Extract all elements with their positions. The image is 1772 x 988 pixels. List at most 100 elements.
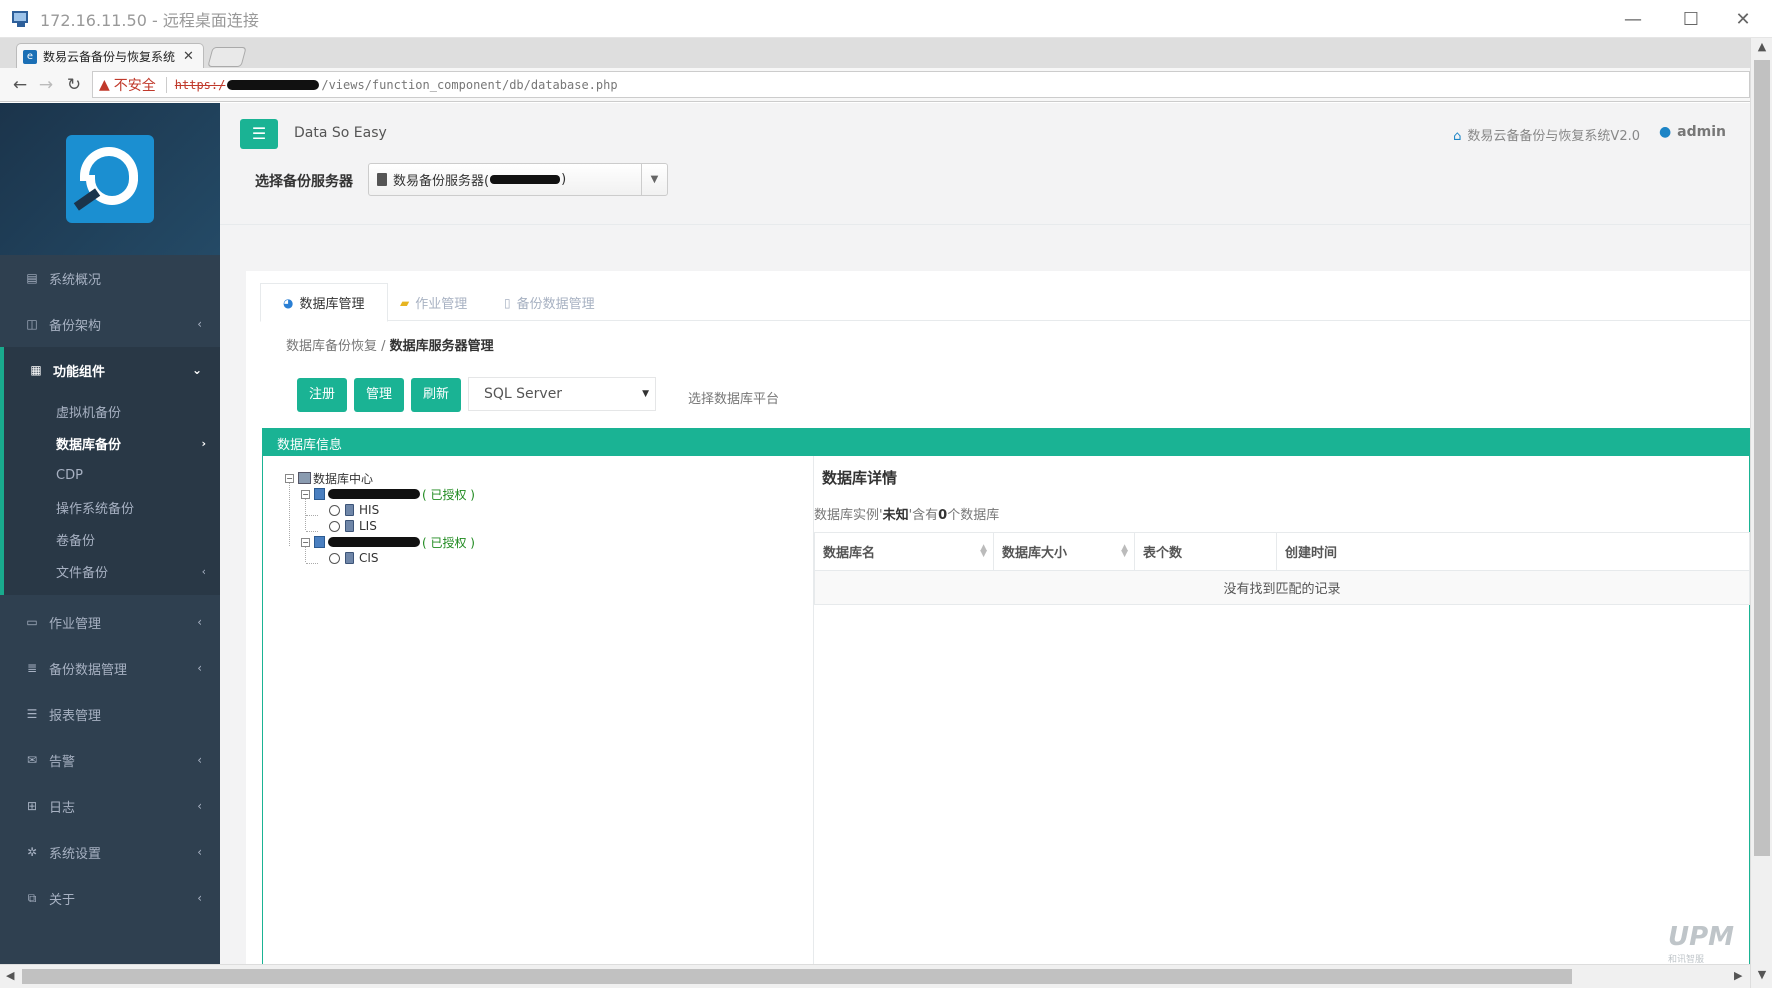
chevron-left-icon: ‹ <box>197 799 202 813</box>
chevron-left-icon: ‹ <box>197 753 202 767</box>
redacted-text <box>328 489 420 499</box>
bar-chart-icon: ▦ <box>30 363 42 377</box>
database-icon <box>345 552 354 564</box>
scrollbar-thumb[interactable] <box>1754 60 1770 856</box>
sidebar-item-reports[interactable]: ☰ 报表管理 <box>0 691 220 737</box>
logo-area <box>0 103 220 255</box>
chevron-right-icon: › <box>201 436 206 450</box>
dashboard-icon: ▤ <box>26 271 38 285</box>
breadcrumb-current: 数据库服务器管理 <box>389 339 494 354</box>
sidebar-item-components[interactable]: ▦ 功能组件 ⌄ <box>0 347 220 393</box>
caret-down-icon: ▼ <box>642 389 649 399</box>
instance-radio[interactable] <box>329 520 340 532</box>
chevron-down-icon: ⌄ <box>191 363 202 377</box>
sidebar-subitem-volume-backup[interactable]: 卷备份 <box>4 523 220 555</box>
sidebar-item-about[interactable]: ⧉ 关于 ‹ <box>0 875 220 921</box>
tree-server-node[interactable]: − ( 已授权 ) <box>301 486 475 502</box>
tab-close-icon[interactable]: ✕ <box>183 49 194 64</box>
tree-instance-node[interactable]: LIS <box>329 518 377 534</box>
system-title-link[interactable]: ⌂ 数易云备备份与恢复系统V2.0 <box>1453 125 1640 144</box>
reload-button[interactable]: ↻ <box>62 73 86 97</box>
scroll-right-icon[interactable]: ▶ <box>1734 969 1742 982</box>
collapse-icon[interactable]: − <box>301 489 310 499</box>
sidebar-subitem-file-backup[interactable]: 文件备份 ‹ <box>4 555 220 587</box>
sidebar-subitem-cdp[interactable]: CDP <box>4 459 220 491</box>
sidebar-item-jobs[interactable]: ▭ 作业管理 ‹ <box>0 599 220 645</box>
favicon-icon: e <box>23 49 37 64</box>
db-info-panel: 数据库信息 − 数据库中心 − ( 已授权 ) HIS LIS − (已授权 … <box>262 428 1750 965</box>
sort-icon: ▲ ▼ <box>980 543 987 559</box>
breadcrumb-parent[interactable]: 数据库备份恢复 / <box>286 339 386 354</box>
sidebar-item-overview[interactable]: ▤ 系统概况 <box>0 255 220 301</box>
watermark-logo: UPM 和讯智服 <box>1668 922 1735 965</box>
copy-icon: ⧉ <box>27 890 37 905</box>
column-header-db-size[interactable]: 数据库大小 ▲ ▼ <box>993 532 1135 571</box>
gear-icon: ✲ <box>26 845 38 859</box>
close-button[interactable]: ✕ <box>1714 0 1772 38</box>
database-icon: ≣ <box>26 661 38 675</box>
minimize-button[interactable]: — <box>1604 0 1662 38</box>
tab-job-management[interactable]: ▰ 作业管理 <box>378 283 489 322</box>
browser-tab[interactable]: e 数易云备备份与恢复系统 ✕ <box>16 43 204 69</box>
user-menu[interactable]: ● admin <box>1659 124 1726 140</box>
manage-button[interactable]: 管理 <box>354 378 405 412</box>
sidebar-submenu: 虚拟机备份 数据库备份 › CDP 操作系统备份 卷备份 文件备份 ‹ <box>0 393 220 595</box>
address-bar[interactable]: ▲ 不安全 https:/ /views/function_component/… <box>92 71 1750 98</box>
tab-db-management[interactable]: ◕ 数据库管理 <box>260 283 388 322</box>
scroll-down-icon[interactable]: ▼ <box>1751 968 1772 981</box>
breadcrumb: 数据库备份恢复 / 数据库服务器管理 <box>286 335 494 354</box>
chevron-left-icon: ‹ <box>197 845 202 859</box>
maximize-button[interactable]: ☐ <box>1662 0 1720 38</box>
instance-radio[interactable] <box>329 504 340 516</box>
chevron-left-icon: ‹ <box>197 661 202 675</box>
sidebar-item-logs[interactable]: ⊞ 日志 ‹ <box>0 783 220 829</box>
new-tab-button[interactable] <box>207 47 247 67</box>
home-icon: ⌂ <box>1453 129 1462 144</box>
vertical-scrollbar[interactable]: ▲ ▼ <box>1750 38 1772 988</box>
menu-toggle-button[interactable]: ☰ <box>240 119 278 149</box>
tree-root[interactable]: − 数据库中心 <box>285 470 373 486</box>
tree-instance-node[interactable]: HIS <box>329 502 379 518</box>
db-detail: 数据库详情 数据库实例'未知'含有0个数据库 数据库名 ▲ ▼ 数据库大小 ▲ ▼ 表个… <box>813 456 1750 965</box>
scrollbar-thumb[interactable] <box>22 969 1572 984</box>
forward-button[interactable]: → <box>34 73 58 97</box>
column-header-db-name[interactable]: 数据库名 ▲ ▼ <box>814 532 994 571</box>
collapse-icon[interactable]: − <box>285 473 294 483</box>
auth-status: ( 已授权 ) <box>422 535 475 550</box>
sidebar-menu: ▤ 系统概况 ◫ 备份架构 ‹ ▦ 功能组件 ⌄ 虚拟机备份 数据库备份 › CD… <box>0 255 220 921</box>
sidebar-item-label: 报表管理 <box>49 708 102 724</box>
refresh-button[interactable]: 刷新 <box>411 378 462 412</box>
detail-table: 数据库名 ▲ ▼ 数据库大小 ▲ ▼ 表个数 创建时间 没有找到匹配的记录 <box>814 532 1750 605</box>
platform-select[interactable]: SQL Server ▼ <box>468 377 656 411</box>
server-select[interactable]: 数易备份服务器() ▼ <box>368 163 668 196</box>
sidebar-item-backup-data[interactable]: ≣ 备份数据管理 ‹ <box>0 645 220 691</box>
sidebar-subitem-vm-backup[interactable]: 虚拟机备份 <box>4 395 220 427</box>
scroll-left-icon[interactable]: ◀ <box>6 969 14 982</box>
sidebar-item-label: 系统设置 <box>49 846 102 862</box>
collapse-icon[interactable]: − <box>301 537 310 547</box>
remote-desktop-icon <box>12 9 32 29</box>
server-icon <box>314 536 325 548</box>
tree-server-node[interactable]: − ( 已授权 ) <box>301 534 475 550</box>
tree-instance-node[interactable]: CIS <box>329 550 379 566</box>
table-icon: ⊞ <box>26 799 38 813</box>
sidebar-item-architecture[interactable]: ◫ 备份架构 ‹ <box>0 301 220 347</box>
sidebar-item-settings[interactable]: ✲ 系统设置 ‹ <box>0 829 220 875</box>
instance-radio[interactable] <box>329 552 340 564</box>
chevron-left-icon: ‹ <box>197 615 202 629</box>
folder-icon: ▰ <box>400 295 410 310</box>
tab-backup-data-management[interactable]: ▯ 备份数据管理 <box>482 283 617 322</box>
sidebar-item-label: 日志 <box>49 800 76 816</box>
redacted-text <box>328 537 420 547</box>
register-button[interactable]: 注册 <box>297 378 348 412</box>
sidebar-item-alerts[interactable]: ✉ 告警 ‹ <box>0 737 220 783</box>
back-button[interactable]: ← <box>8 73 32 97</box>
sidebar-subitem-os-backup[interactable]: 操作系统备份 <box>4 491 220 523</box>
sidebar-item-label: 备份架构 <box>49 318 102 334</box>
topbar: ☰ Data So Easy ⌂ 数易云备备份与恢复系统V2.0 ● admin <box>220 103 1750 151</box>
sidebar-subitem-db-backup[interactable]: 数据库备份 › <box>4 427 220 459</box>
server-icon <box>314 488 325 500</box>
tab-bar: ◕ 数据库管理 ▰ 作业管理 ▯ 备份数据管理 <box>260 283 1750 322</box>
horizontal-scrollbar[interactable]: ◀ ▶ <box>0 964 1750 988</box>
scroll-up-icon[interactable]: ▲ <box>1751 40 1772 53</box>
